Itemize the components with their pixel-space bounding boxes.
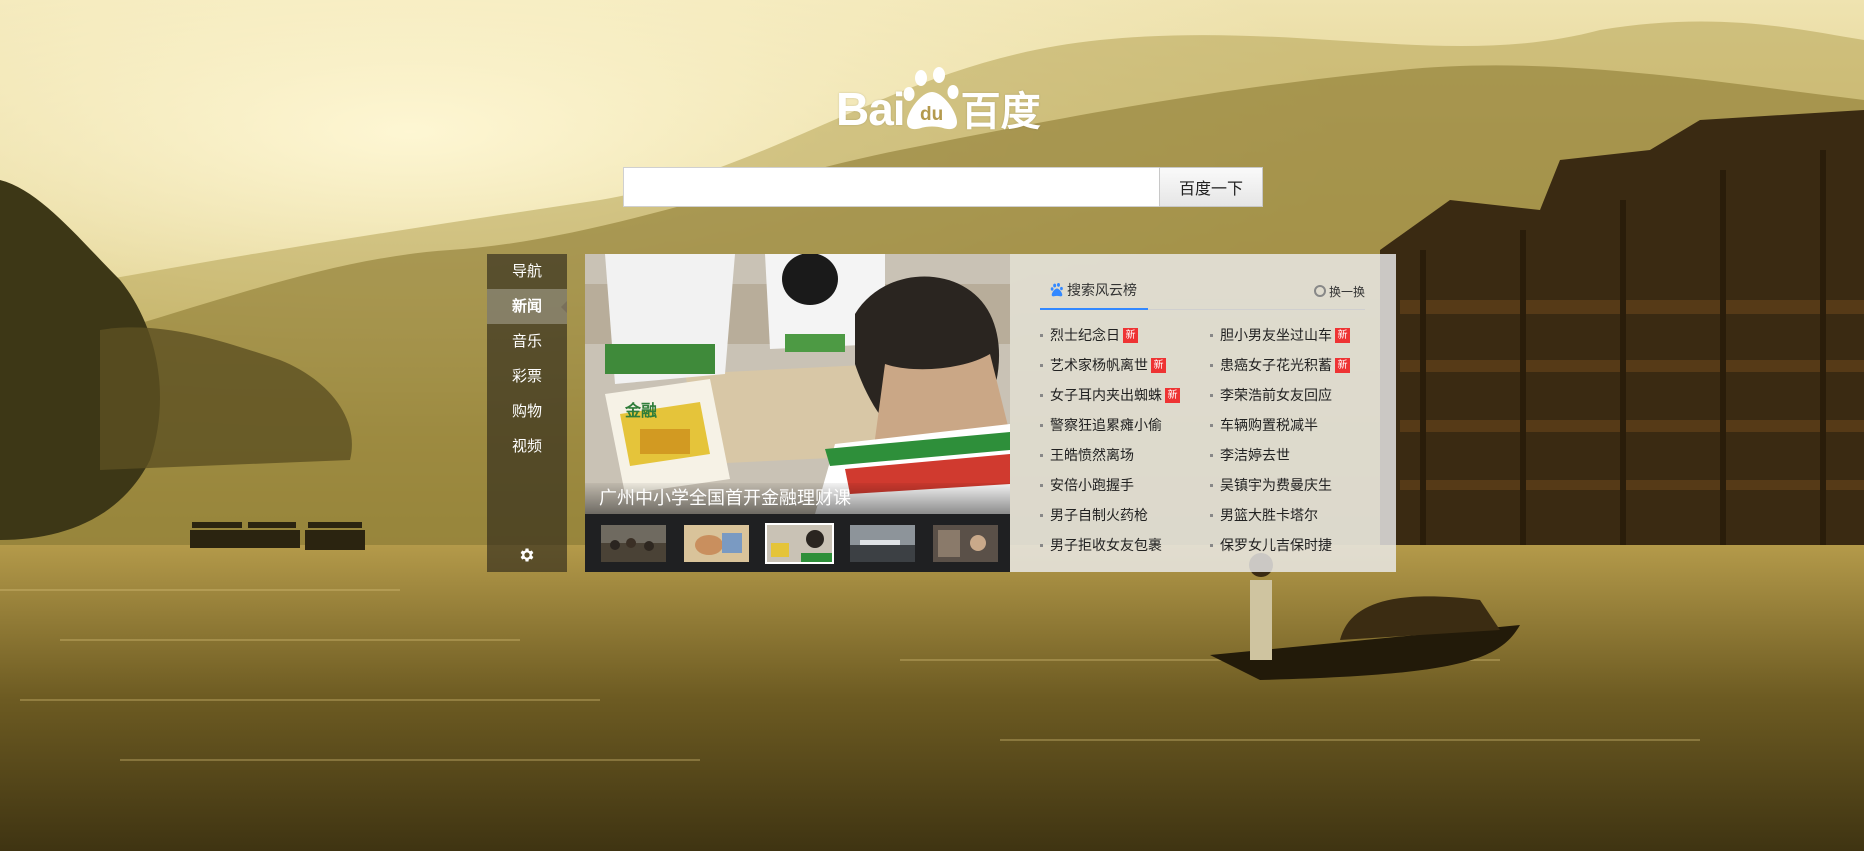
paw-icon: du [903,66,961,132]
gear-icon [520,548,534,562]
new-badge: 新 [1151,357,1166,373]
side-nav: 导航 新闻 音乐 彩票 购物 视频 [487,254,567,572]
bullet-icon [1040,483,1043,487]
search-bar: 百度一下 [623,167,1263,207]
news-caption[interactable]: 广州中小学全国首开金融理财课 [585,483,1010,514]
bullet-icon [1210,393,1213,397]
hot-search-header: 搜索风云榜 换一换 [1040,272,1365,310]
hot-search-column-left: 烈士纪念日新 艺术家杨帆离世新 女子耳内夹出蜘蛛新 警察狂追累瘫小偷 王皓愤然离… [1040,320,1210,560]
hot-search-text: 胆小男友坐过山车 [1220,328,1332,344]
bullet-icon [1210,453,1213,457]
sidenav-item-nav[interactable]: 导航 [487,254,567,289]
logo-text-bai: Bai [836,83,906,135]
news-slider: 金融 广州中小学全国首开金融理财课 [585,254,1010,572]
hot-search-text: 吴镇宇为费曼庆生 [1220,478,1332,494]
hot-search-item[interactable]: 男子自制火药枪 [1040,500,1210,530]
sidenav-item-shopping[interactable]: 购物 [487,394,567,429]
new-badge: 新 [1123,327,1138,343]
hot-search-item[interactable]: 男子拒收女友包裹 [1040,530,1210,560]
tab-hot-search-label: 搜索风云榜 [1067,283,1137,299]
search-input[interactable] [623,167,1159,207]
hot-search-item[interactable]: 警察狂追累瘫小偷 [1040,410,1210,440]
bullet-icon [1210,483,1213,487]
hot-search-item[interactable]: 胆小男友坐过山车新 [1210,320,1380,350]
hot-search-text: 王皓愤然离场 [1050,448,1134,464]
bullet-icon [1040,363,1043,367]
hot-search-text: 李洁婷去世 [1220,448,1290,464]
refresh-label: 换一换 [1328,284,1365,299]
book-cover-text: 金融 [624,401,657,420]
sidenav-item-news[interactable]: 新闻 [487,289,567,324]
hot-search-text: 艺术家杨帆离世 [1050,358,1148,374]
news-thumbnail[interactable] [848,523,917,564]
hot-search-item[interactable]: 保罗女儿吉保时捷 [1210,530,1380,560]
news-main-image[interactable]: 金融 [585,254,1010,514]
bullet-icon [1210,513,1213,517]
hot-search-item[interactable]: 王皓愤然离场 [1040,440,1210,470]
sidenav-item-lottery[interactable]: 彩票 [487,359,567,394]
bullet-icon [1210,363,1213,367]
hot-search-item[interactable]: 艺术家杨帆离世新 [1040,350,1210,380]
paw-icon [1050,283,1063,297]
bullet-icon [1210,423,1213,427]
new-badge: 新 [1335,357,1350,373]
hot-search-text: 安倍小跑握手 [1050,478,1134,494]
new-badge: 新 [1335,327,1350,343]
bullet-icon [1040,513,1043,517]
hot-search-text: 保罗女儿吉保时捷 [1220,538,1332,554]
logo-text-baidu-cn: 百度 [960,89,1041,135]
hot-search-text: 车辆购置税减半 [1220,418,1318,434]
news-thumbnail-strip [585,514,1010,572]
news-thumbnail[interactable] [682,523,751,564]
bullet-icon [1040,423,1043,427]
sidenav-item-video[interactable]: 视频 [487,429,567,464]
hot-search-item[interactable]: 男篮大胜卡塔尔 [1210,500,1380,530]
sidenav-item-music[interactable]: 音乐 [487,324,567,359]
hot-search-text: 烈士纪念日 [1050,328,1120,344]
bullet-icon [1210,543,1213,547]
search-button[interactable]: 百度一下 [1159,167,1263,207]
bullet-icon [1210,333,1213,337]
hot-search-item[interactable]: 吴镇宇为费曼庆生 [1210,470,1380,500]
bullet-icon [1040,543,1043,547]
bullet-icon [1040,453,1043,457]
hot-search-text: 患癌女子花光积蓄 [1220,358,1332,374]
news-thumbnail[interactable] [765,522,834,564]
hot-search-text: 李荣浩前女友回应 [1220,388,1332,404]
hot-search-text: 女子耳内夹出蜘蛛 [1050,388,1162,404]
refresh-icon [1313,285,1326,297]
hot-search-item[interactable]: 烈士纪念日新 [1040,320,1210,350]
bullet-icon [1040,333,1043,337]
new-badge: 新 [1165,387,1180,403]
hot-search-list: 烈士纪念日新 艺术家杨帆离世新 女子耳内夹出蜘蛛新 警察狂追累瘫小偷 王皓愤然离… [1040,320,1380,560]
hot-search-text: 男篮大胜卡塔尔 [1220,508,1318,524]
hot-search-panel: 搜索风云榜 换一换 烈士纪念日新 艺术家杨帆离世新 女子耳内夹出蜘蛛新 警察狂追… [1010,254,1396,572]
hot-search-text: 男子拒收女友包裹 [1050,538,1162,554]
hot-search-item[interactable]: 安倍小跑握手 [1040,470,1210,500]
hot-search-text: 警察狂追累瘫小偷 [1050,418,1162,434]
bullet-icon [1040,393,1043,397]
hot-search-item[interactable]: 李荣浩前女友回应 [1210,380,1380,410]
baidu-logo[interactable]: Bai du 百度 [836,56,1050,132]
logo-text-du: du [919,104,944,125]
hot-search-item[interactable]: 女子耳内夹出蜘蛛新 [1040,380,1210,410]
hot-search-text: 男子自制火药枪 [1050,508,1148,524]
refresh-button[interactable]: 换一换 [1313,272,1365,310]
news-thumbnail[interactable] [599,523,668,564]
hot-search-item[interactable]: 李洁婷去世 [1210,440,1380,470]
settings-button[interactable] [487,538,567,572]
hot-search-item[interactable]: 车辆购置税减半 [1210,410,1380,440]
tab-hot-search[interactable]: 搜索风云榜 [1040,272,1148,310]
hot-search-item[interactable]: 患癌女子花光积蓄新 [1210,350,1380,380]
hot-search-column-right: 胆小男友坐过山车新 患癌女子花光积蓄新 李荣浩前女友回应 车辆购置税减半 李洁婷… [1210,320,1380,560]
news-thumbnail[interactable] [931,523,1000,564]
